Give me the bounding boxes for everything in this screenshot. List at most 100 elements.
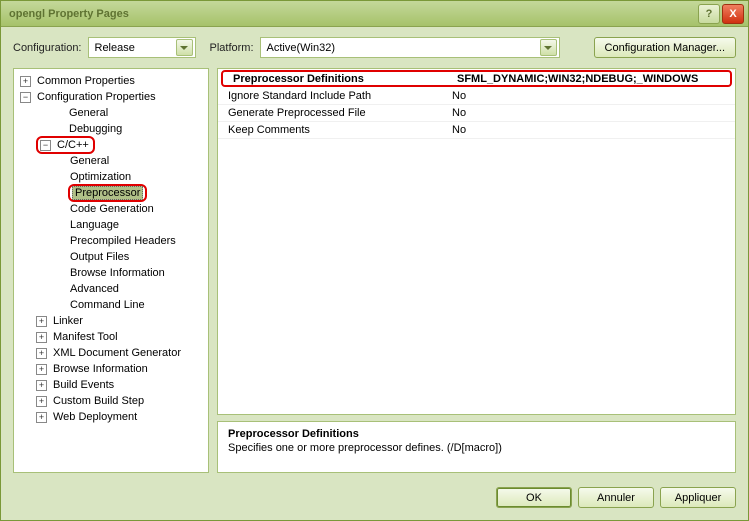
tree-node-linker[interactable]: + Linker xyxy=(14,313,208,329)
expand-icon[interactable]: + xyxy=(36,332,47,343)
tree-label: Build Events xyxy=(51,379,116,391)
tree-node-ccpp-cmdline[interactable]: Command Line xyxy=(14,297,208,313)
help-button[interactable]: ? xyxy=(698,4,720,24)
expand-icon[interactable]: + xyxy=(20,76,31,87)
property-name: Ignore Standard Include Path xyxy=(218,90,448,102)
tree-node-general[interactable]: General xyxy=(14,105,208,121)
tree-node-debugging[interactable]: Debugging xyxy=(14,121,208,137)
platform-value: Active(Win32) xyxy=(267,42,536,54)
tree-label: General xyxy=(67,107,110,119)
description-panel: Preprocessor Definitions Specifies one o… xyxy=(217,421,736,473)
tree-node-browseinfo[interactable]: + Browse Information xyxy=(14,361,208,377)
collapse-icon[interactable]: − xyxy=(40,140,51,151)
tree-label: Preprocessor xyxy=(72,186,143,200)
property-value[interactable]: No xyxy=(448,90,735,102)
tree-label: XML Document Generator xyxy=(51,347,183,359)
description-title: Preprocessor Definitions xyxy=(228,428,725,440)
titlebar-buttons: ? X xyxy=(698,4,744,24)
tree-label: Precompiled Headers xyxy=(68,235,178,247)
tree-label: Command Line xyxy=(68,299,147,311)
titlebar[interactable]: opengl Property Pages ? X xyxy=(1,1,748,27)
grid-row-generate-preprocessed[interactable]: Generate Preprocessed File No xyxy=(218,105,735,122)
tree-node-ccpp-codegen[interactable]: Code Generation xyxy=(14,201,208,217)
description-text: Specifies one or more preprocessor defin… xyxy=(228,442,725,454)
tree-label: Manifest Tool xyxy=(51,331,120,343)
tree-node-ccpp-preprocessor[interactable]: Preprocessor xyxy=(14,185,208,201)
tree-label: Browse Information xyxy=(51,363,150,375)
tree-label: Optimization xyxy=(68,171,133,183)
apply-button[interactable]: Appliquer xyxy=(660,487,736,508)
property-name: Preprocessor Definitions xyxy=(223,73,453,85)
tree-label: Common Properties xyxy=(35,75,137,87)
expand-icon[interactable]: + xyxy=(36,396,47,407)
tree-node-ccpp-advanced[interactable]: Advanced xyxy=(14,281,208,297)
ok-label: OK xyxy=(526,492,542,504)
tree-label: Configuration Properties xyxy=(35,91,158,103)
tree-label: Advanced xyxy=(68,283,121,295)
tree-node-xmldoc[interactable]: + XML Document Generator xyxy=(14,345,208,361)
help-icon: ? xyxy=(706,8,713,20)
configuration-combo[interactable]: Release xyxy=(88,37,196,58)
tree-label: Custom Build Step xyxy=(51,395,146,407)
chevron-down-icon[interactable] xyxy=(540,39,557,56)
grid-row-keep-comments[interactable]: Keep Comments No xyxy=(218,122,735,139)
chevron-down-icon[interactable] xyxy=(176,39,193,56)
expand-icon[interactable]: + xyxy=(36,412,47,423)
tree-label: Output Files xyxy=(68,251,131,263)
tree-label: General xyxy=(68,155,111,167)
blank-icon xyxy=(52,108,63,119)
property-pages-window: opengl Property Pages ? X Configuration:… xyxy=(0,0,749,521)
tree-node-ccpp[interactable]: −C/C++ xyxy=(14,137,208,153)
cancel-label: Annuler xyxy=(597,492,635,504)
grid-row-ignore-std-include[interactable]: Ignore Standard Include Path No xyxy=(218,88,735,105)
expand-icon[interactable]: + xyxy=(36,348,47,359)
collapse-icon[interactable]: − xyxy=(20,92,31,103)
tree-node-configuration-properties[interactable]: −Configuration Properties xyxy=(14,89,208,105)
tree-node-common-properties[interactable]: + Common Properties xyxy=(14,73,208,89)
tree-node-ccpp-optimization[interactable]: Optimization xyxy=(14,169,208,185)
apply-label: Appliquer xyxy=(675,492,721,504)
ok-button[interactable]: OK xyxy=(496,487,572,508)
main-body: +Common Properties −Configuration Proper… xyxy=(1,68,748,479)
configuration-manager-button[interactable]: Configuration Manager... xyxy=(594,37,736,58)
configuration-value: Release xyxy=(95,42,172,54)
tree-node-ccpp-browse[interactable]: Browse Information xyxy=(14,265,208,281)
cancel-button[interactable]: Annuler xyxy=(578,487,654,508)
expand-icon[interactable]: + xyxy=(36,316,47,327)
tree-node-custombuild[interactable]: + Custom Build Step xyxy=(14,393,208,409)
configuration-label: Configuration: xyxy=(13,42,82,54)
property-grid[interactable]: Preprocessor Definitions SFML_DYNAMIC;WI… xyxy=(217,68,736,415)
window-title: opengl Property Pages xyxy=(5,8,698,20)
tree-node-ccpp-output[interactable]: Output Files xyxy=(14,249,208,265)
tree-label: Debugging xyxy=(67,123,124,135)
close-icon: X xyxy=(729,8,736,20)
tree-label: Language xyxy=(68,219,121,231)
tree-label: C/C++ xyxy=(55,139,91,151)
tree-label: Web Deployment xyxy=(51,411,139,423)
right-pane: Preprocessor Definitions SFML_DYNAMIC;WI… xyxy=(217,68,736,473)
expand-icon[interactable]: + xyxy=(36,364,47,375)
tree-node-ccpp-pch[interactable]: Precompiled Headers xyxy=(14,233,208,249)
tree-node-manifest[interactable]: + Manifest Tool xyxy=(14,329,208,345)
close-button[interactable]: X xyxy=(722,4,744,24)
property-value[interactable]: No xyxy=(448,107,735,119)
property-name: Keep Comments xyxy=(218,124,448,136)
property-name: Generate Preprocessed File xyxy=(218,107,448,119)
tree-label: Browse Information xyxy=(68,267,167,279)
dialog-footer: OK Annuler Appliquer xyxy=(1,479,748,520)
grid-row-preprocessor-definitions[interactable]: Preprocessor Definitions SFML_DYNAMIC;WI… xyxy=(221,70,732,87)
property-value[interactable]: No xyxy=(448,124,735,136)
expand-icon[interactable]: + xyxy=(36,380,47,391)
config-toolbar: Configuration: Release Platform: Active(… xyxy=(1,27,748,68)
tree-node-buildevents[interactable]: + Build Events xyxy=(14,377,208,393)
platform-label: Platform: xyxy=(210,42,254,54)
tree-node-ccpp-language[interactable]: Language xyxy=(14,217,208,233)
configuration-manager-label: Configuration Manager... xyxy=(605,42,725,54)
tree-node-webdeploy[interactable]: + Web Deployment xyxy=(14,409,208,425)
platform-combo[interactable]: Active(Win32) xyxy=(260,37,560,58)
category-tree[interactable]: +Common Properties −Configuration Proper… xyxy=(13,68,209,473)
tree-label: Linker xyxy=(51,315,85,327)
tree-node-ccpp-general[interactable]: General xyxy=(14,153,208,169)
property-value[interactable]: SFML_DYNAMIC;WIN32;NDEBUG;_WINDOWS xyxy=(453,73,730,85)
blank-icon xyxy=(52,124,63,135)
